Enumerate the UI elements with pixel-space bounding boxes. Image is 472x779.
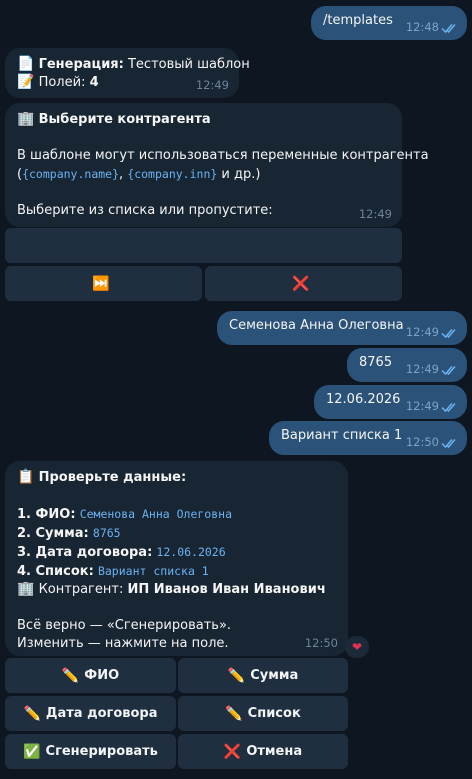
incoming-message: 📋 Проверьте данные: 1. ФИО: Семенова Анн… [5, 461, 348, 656]
button-label: Сгенерировать [45, 744, 158, 759]
incoming-message: 🏢 Выберите контрагента В шаблоне могут и… [5, 103, 429, 227]
variable-company-name: {company.name} [22, 167, 120, 181]
message-text: /templates [323, 13, 393, 28]
cancel-button[interactable]: ❌ Отмена [178, 734, 348, 769]
field-label: 1. ФИО: [17, 507, 76, 522]
message-time: 12:49 [358, 207, 392, 221]
pencil-icon: ✏️ [23, 705, 41, 722]
contractor-label: Контрагент: [34, 582, 128, 597]
message-text: Семенова Анна Олеговна [229, 318, 404, 333]
edit-sum-button[interactable]: ✏️ Сумма [178, 658, 348, 693]
field-value: Семенова Анна Олеговна [79, 507, 233, 521]
clipboard-icon: 📋 [17, 469, 35, 485]
outgoing-message: 12.06.2026 12:49 [314, 385, 467, 419]
message-title: Выберите контрагента [38, 112, 211, 127]
message-time: 12:49 [405, 325, 439, 339]
office-building-icon: 🏢 [17, 111, 35, 127]
double-check-icon [441, 439, 456, 449]
message-title: Проверьте данные: [38, 470, 187, 485]
incoming-message: 📄 Генерация: Тестовый шаблон 📝 Полей: 4 … [5, 48, 250, 98]
outgoing-message: Семенова Анна Олеговна 12:49 [217, 311, 467, 345]
fast-forward-icon: ⏭️ [92, 275, 110, 292]
field-value: 12.06.2026 [156, 545, 226, 559]
cancel-button[interactable]: ❌ [205, 266, 402, 301]
field-value: Вариант списка 1 [97, 564, 209, 578]
message-text: 8765 [359, 355, 393, 370]
cross-mark-icon: ❌ [223, 743, 242, 760]
outgoing-message: 8765 12:49 [347, 348, 467, 382]
generation-label: Генерация: [38, 57, 124, 72]
button-label: Дата договора [45, 706, 158, 721]
office-building-icon: 🏢 [17, 581, 35, 597]
double-check-icon [441, 329, 456, 339]
outgoing-message: /templates 12:48 [311, 6, 467, 40]
double-check-icon [441, 366, 456, 376]
button-label: Сумма [250, 668, 299, 683]
variable-company-inn: {company.inn} [127, 167, 218, 181]
cross-mark-icon: ❌ [292, 275, 310, 292]
message-text: Выберите из списка или пропустите: [17, 203, 273, 218]
field-label: 4. Список: [17, 564, 94, 579]
outgoing-message: Вариант списка 1 12:50 [269, 421, 467, 455]
fields-label: Полей: [38, 75, 86, 90]
heart-reaction-icon[interactable]: ❤ [345, 636, 369, 658]
page-icon: 📄 [17, 56, 35, 72]
pencil-icon: ✏️ [61, 667, 80, 684]
message-time: 12:49 [405, 399, 439, 413]
skip-button[interactable]: ⏭️ [5, 266, 202, 301]
fields-value: 4 [89, 75, 99, 90]
message-time: 12:49 [405, 362, 439, 376]
message-time: 12:50 [304, 636, 338, 650]
generate-button[interactable]: ✅ Сгенерировать [5, 734, 176, 769]
pencil-icon: ✏️ [225, 705, 243, 722]
pencil-icon: ✏️ [227, 667, 246, 684]
text-fragment: и др.) [217, 167, 261, 182]
message-text: В шаблоне могут использоваться переменны… [17, 148, 429, 163]
button-label: Отмена [246, 744, 303, 759]
message-time: 12:49 [195, 78, 229, 92]
field-label: 2. Сумма: [17, 526, 89, 541]
contractor-value: ИП Иванов Иван Иванович [127, 582, 326, 597]
generation-value: Тестовый шаблон [123, 57, 250, 72]
check-mark-icon: ✅ [23, 743, 41, 760]
field-value: 8765 [92, 526, 121, 540]
reaction-emoji: ❤ [351, 640, 363, 654]
message-time: 12:48 [405, 20, 439, 34]
message-time: 12:50 [405, 435, 439, 449]
message-text: 12.06.2026 [326, 392, 401, 407]
message-text: Вариант списка 1 [281, 428, 403, 443]
message-text: Всё верно — «Сгенерировать». [17, 618, 232, 633]
edit-date-button[interactable]: ✏️ Дата договора [5, 696, 176, 731]
button-label: ФИО [84, 668, 120, 683]
button-label: Список [247, 706, 301, 721]
memo-icon: 📝 [17, 74, 35, 90]
double-check-icon [441, 403, 456, 413]
edit-list-button[interactable]: ✏️ Список [178, 696, 348, 731]
message-text: Изменить — нажмите на поле. [17, 636, 229, 651]
field-label: 3. Дата договора: [17, 545, 153, 560]
double-check-icon [441, 24, 456, 34]
edit-fio-button[interactable]: ✏️ ФИО [5, 658, 176, 693]
company-select-button[interactable] [5, 228, 402, 263]
